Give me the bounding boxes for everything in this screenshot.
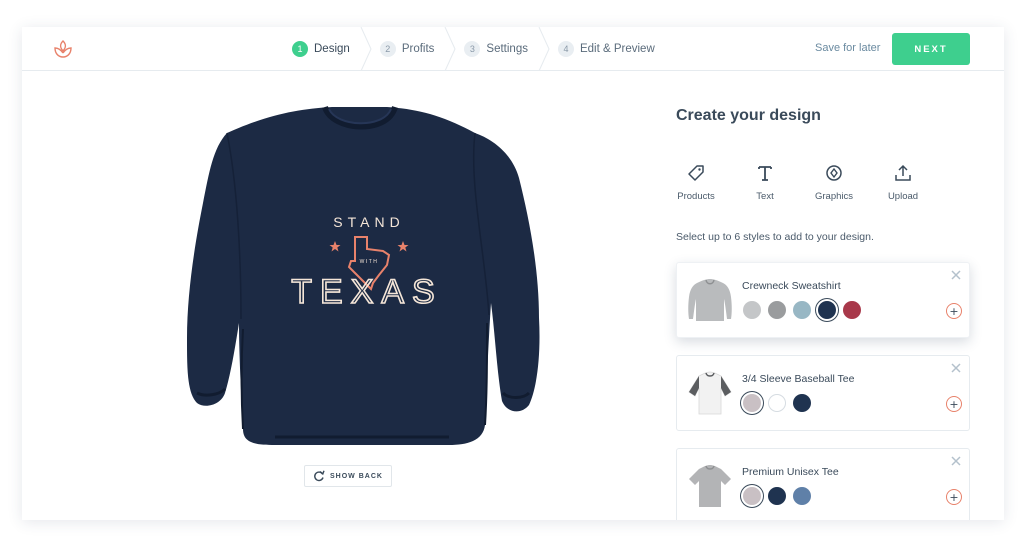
graphics-icon	[826, 165, 842, 181]
step-design[interactable]: 1 Design	[284, 27, 372, 71]
product-card-crewneck[interactable]: Crewneck Sweatshirt +	[676, 262, 970, 338]
step-number: 1	[292, 41, 308, 57]
step-divider-icon	[360, 27, 372, 71]
show-back-button[interactable]: SHOW BACK	[304, 465, 392, 487]
tool-upload[interactable]: Upload	[879, 164, 927, 204]
close-icon[interactable]	[949, 361, 963, 375]
next-button[interactable]: NEXT	[892, 33, 970, 65]
instruction-text: Select up to 6 styles to add to your des…	[676, 231, 874, 243]
color-swatch-selected[interactable]	[743, 487, 761, 505]
color-swatch[interactable]	[843, 301, 861, 319]
tool-label: Products	[677, 191, 715, 202]
app-frame: 1 Design 2 Profits 3 Settings 4 Edit & P…	[22, 27, 1004, 520]
add-product-button[interactable]: +	[946, 396, 962, 412]
product-name: Crewneck Sweatshirt	[742, 280, 841, 292]
step-number: 4	[557, 41, 574, 57]
step-label: Settings	[486, 43, 528, 55]
color-swatch-selected[interactable]	[743, 394, 761, 412]
color-swatches	[743, 394, 811, 412]
design-tools: Products Text Graphics Upload	[676, 164, 936, 204]
step-divider-icon	[538, 27, 550, 71]
top-header: 1 Design 2 Profits 3 Settings 4 Edit & P…	[22, 27, 1004, 71]
product-card-baseball-tee[interactable]: 3/4 Sleeve Baseball Tee +	[676, 355, 970, 431]
upload-icon	[895, 164, 911, 181]
brand-logo-icon[interactable]	[52, 38, 74, 60]
color-swatch[interactable]	[793, 487, 811, 505]
step-divider-icon	[444, 27, 456, 71]
color-swatch[interactable]	[768, 487, 786, 505]
step-profits[interactable]: 2 Profits	[372, 27, 457, 71]
tool-graphics[interactable]: Graphics	[810, 164, 858, 204]
color-swatch[interactable]	[768, 394, 786, 412]
product-preview[interactable]: STAND WITH TEXAS	[157, 93, 547, 463]
step-label: Edit & Preview	[579, 43, 655, 55]
color-swatch[interactable]	[743, 301, 761, 319]
step-label: Profits	[401, 43, 435, 55]
baseball-tee-thumbnail	[688, 371, 732, 415]
color-swatches	[743, 301, 861, 319]
step-progress: 1 Design 2 Profits 3 Settings 4 Edit & P…	[284, 27, 663, 71]
step-edit-preview[interactable]: 4 Edit & Preview	[550, 27, 663, 71]
product-name: Premium Unisex Tee	[742, 466, 839, 478]
print-text-with: WITH	[360, 259, 379, 265]
step-number: 2	[379, 41, 396, 57]
product-card-unisex-tee[interactable]: Premium Unisex Tee +	[676, 448, 970, 520]
close-icon[interactable]	[949, 268, 963, 282]
tool-label: Graphics	[814, 191, 853, 202]
print-text-texas: TEXAS	[291, 273, 442, 311]
step-number: 3	[464, 41, 481, 57]
text-icon	[758, 166, 772, 181]
design-panel: Create your design Products Text Graphic…	[676, 71, 976, 520]
save-for-later-link[interactable]: Save for later	[815, 42, 880, 54]
close-icon[interactable]	[949, 454, 963, 468]
step-settings[interactable]: 3 Settings	[456, 27, 550, 71]
color-swatch[interactable]	[768, 301, 786, 319]
step-label: Design	[314, 43, 350, 55]
add-product-button[interactable]: +	[946, 489, 962, 505]
color-swatch-selected[interactable]	[818, 301, 836, 319]
tool-label: Text	[756, 191, 774, 202]
tag-icon	[688, 165, 704, 181]
tool-label: Upload	[887, 191, 919, 202]
show-back-label: SHOW BACK	[330, 472, 383, 480]
color-swatch[interactable]	[793, 301, 811, 319]
product-name: 3/4 Sleeve Baseball Tee	[742, 373, 855, 385]
panel-title: Create your design	[676, 107, 821, 124]
add-product-button[interactable]: +	[946, 303, 962, 319]
print-text-stand: STAND	[333, 214, 404, 230]
crewneck-thumbnail	[688, 279, 732, 321]
color-swatches	[743, 487, 811, 505]
rotate-icon	[314, 470, 325, 482]
tool-products[interactable]: Products	[672, 164, 720, 204]
tool-text[interactable]: Text	[741, 164, 789, 204]
color-swatch[interactable]	[793, 394, 811, 412]
unisex-tee-thumbnail	[689, 465, 731, 507]
